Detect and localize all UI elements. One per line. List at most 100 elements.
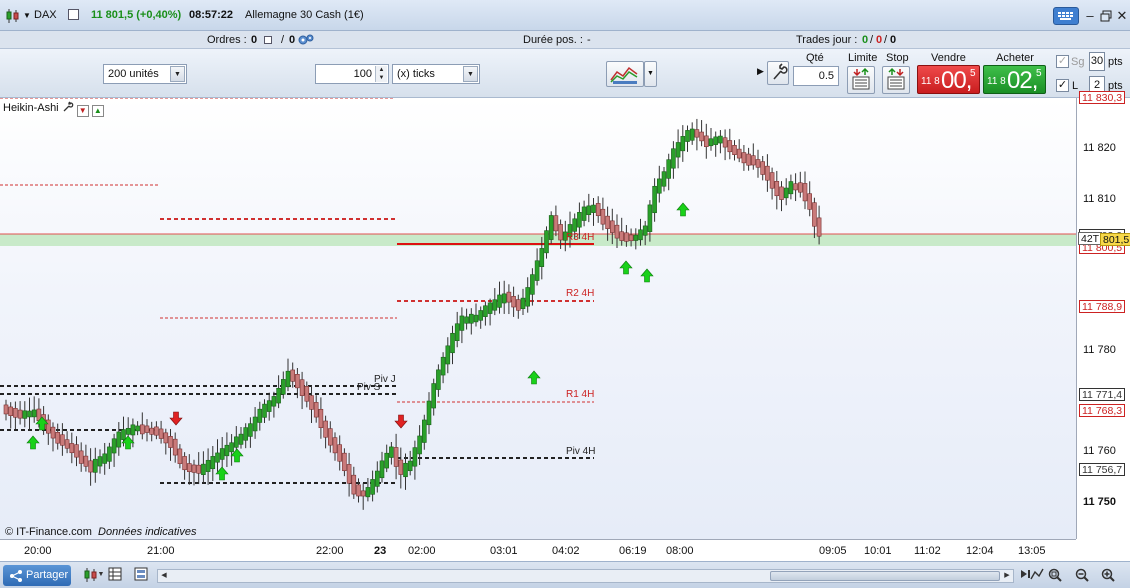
scroll-right-arrow-icon[interactable]: ▶ [1001, 570, 1013, 582]
level-label-r3-4h: R3 4H [566, 232, 595, 243]
candle-body [652, 185, 657, 214]
candle [31, 396, 37, 423]
instrument-dropdown[interactable]: ▼ [23, 11, 31, 20]
stepper-icon[interactable]: ▲ ▼ [375, 66, 387, 82]
candle [412, 440, 418, 480]
price-axis[interactable]: 11 820 11 810 11 780 11 760 11 750 11 830,3 11… [1076, 91, 1130, 539]
level-label-r2-4h: R2 4H [566, 288, 595, 299]
candle [45, 414, 51, 445]
candle-body [295, 374, 300, 389]
layout-icon[interactable] [133, 567, 149, 583]
l-checkbox[interactable]: ✓ [1056, 79, 1069, 92]
axis-corner [1076, 539, 1130, 561]
chart-canvas[interactable] [0, 98, 1076, 539]
ticks-select[interactable]: (x) ticks ▼ [392, 64, 480, 84]
candle [154, 421, 159, 440]
zoom-out-icon[interactable] [1074, 567, 1090, 583]
close-button[interactable]: ✕ [1113, 8, 1130, 24]
keyboard-icon[interactable] [1053, 7, 1079, 25]
candle [812, 197, 817, 239]
scroll-thumb[interactable] [770, 571, 1000, 581]
zoom-in-icon[interactable] [1100, 567, 1116, 583]
candle [323, 415, 328, 449]
ticks-input[interactable]: 100 ▲ ▼ [315, 64, 389, 84]
candle-body [140, 424, 145, 435]
candle-body [779, 186, 784, 200]
candle [703, 123, 709, 159]
candle [591, 197, 596, 226]
zoom-area-icon[interactable] [1047, 567, 1063, 583]
candle-body [487, 302, 493, 314]
indicator-tool-button[interactable] [606, 61, 644, 87]
candle [487, 298, 493, 326]
candle-body [506, 291, 512, 303]
scroll-left-arrow-icon[interactable]: ◀ [158, 570, 170, 582]
candle [360, 483, 366, 510]
candle [506, 284, 512, 315]
orders-popup-icon[interactable] [264, 36, 272, 44]
candle-body [412, 447, 418, 467]
wrench-icon[interactable] [62, 101, 74, 113]
candle-body [525, 287, 531, 307]
limit-order-button[interactable] [847, 66, 875, 94]
qty-input[interactable]: 0.5 [793, 66, 839, 86]
sg-checkbox[interactable]: ✓ [1056, 55, 1069, 68]
candle-body [130, 424, 136, 436]
candle-body [534, 260, 540, 281]
level-label-r1-4h: R1 4H [566, 389, 595, 400]
candle [534, 248, 540, 286]
candle [689, 122, 695, 145]
buy-button[interactable]: 11 8 02, 5 [983, 65, 1046, 94]
buy-signal-arrow-icon [26, 435, 40, 450]
time-tick-label: 11:02 [914, 545, 941, 557]
candle [55, 423, 61, 450]
grid-icon[interactable] [107, 567, 123, 583]
candle [83, 444, 89, 472]
candle-body [135, 425, 140, 432]
sg-points-input[interactable]: 30 [1089, 52, 1105, 71]
units-select[interactable]: 200 unités ▼ [103, 64, 187, 84]
position-duration-label: Durée pos. : [523, 34, 583, 46]
candle-body [88, 460, 93, 473]
price-level-badge: 11 771,4 [1079, 388, 1126, 402]
sell-button[interactable]: 11 8 00, 5 [917, 65, 980, 94]
indicator-tool-dropdown[interactable]: ▼ [644, 61, 657, 87]
collapse-arrow-icon[interactable]: ▶ [757, 66, 764, 77]
share-button[interactable]: Partager [3, 565, 71, 586]
candle-body [93, 458, 98, 473]
candle-body [591, 204, 596, 213]
drawing-tool-icon[interactable] [1029, 567, 1045, 583]
candle-body [647, 204, 653, 232]
candle [74, 436, 79, 467]
chart-style-dropdown-icon[interactable]: ▼ [97, 567, 105, 583]
candle-body [64, 439, 70, 449]
time-axis[interactable]: 20:00 21:00 22:00 23 02:00 03:01 04:02 06:19 08:… [0, 539, 1076, 561]
stop-order-button[interactable] [882, 66, 910, 94]
candle [384, 444, 390, 473]
candle-body [17, 409, 23, 419]
candle-body [351, 474, 357, 495]
candle [548, 211, 554, 244]
candle [187, 454, 192, 485]
gears-icon[interactable] [297, 33, 315, 47]
remove-indicator-icon[interactable]: ▼ [76, 105, 89, 117]
candle-body [802, 183, 808, 202]
horizontal-scrollbar[interactable]: ◀ ▶ [157, 569, 1014, 583]
add-indicator-icon[interactable]: ▲ [91, 105, 104, 117]
candle-body [492, 299, 498, 311]
candle-body [577, 212, 582, 228]
candle [666, 153, 672, 191]
chevron-down-icon: ▼ [170, 66, 185, 82]
price-chart[interactable]: Piv J Piv S R1 4H R2 4H R3 4H Piv 4H [0, 98, 1076, 539]
candle-body [55, 432, 61, 444]
candle [586, 193, 592, 223]
order-settings-button[interactable] [767, 61, 789, 85]
candle [346, 452, 352, 497]
candle [285, 358, 291, 392]
candle-body [144, 425, 150, 433]
stop-label: Stop [886, 52, 909, 64]
detach-window-icon[interactable] [68, 9, 79, 20]
candle-body [765, 165, 770, 181]
candle [750, 143, 756, 170]
candle [262, 399, 267, 424]
